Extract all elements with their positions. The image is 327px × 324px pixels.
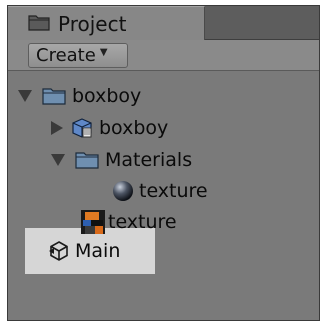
collapse-arrow-icon[interactable]: [51, 121, 63, 135]
tab-project[interactable]: Project: [8, 6, 205, 40]
tree-item-main-scene[interactable]: Main: [48, 237, 120, 265]
tree-item-boxboy-folder[interactable]: boxboy: [18, 82, 141, 110]
tree-item-label: texture: [108, 211, 177, 233]
tab-bar: Project: [8, 6, 319, 40]
material-sphere-icon: [112, 180, 134, 202]
tree-item-label: texture: [139, 180, 208, 202]
tree-item-materials-folder[interactable]: Materials: [51, 146, 192, 174]
texture-thumbnail-icon: [81, 210, 105, 234]
tree-item-texture-material[interactable]: texture: [112, 177, 208, 205]
tree-item-boxboy-model[interactable]: boxboy: [51, 114, 168, 142]
model-prefab-icon: [71, 117, 93, 139]
folder-icon: [42, 87, 66, 105]
asset-tree: boxboy boxboy Materials texture texture …: [8, 71, 319, 320]
create-label: Create: [36, 45, 96, 66]
folder-icon: [28, 13, 50, 35]
project-toolbar: Create ▼: [8, 40, 319, 71]
unity-scene-icon: [48, 240, 70, 262]
expand-arrow-icon[interactable]: [18, 90, 32, 102]
project-panel: Project Create ▼ boxboy boxboy Materials…: [7, 5, 320, 321]
expand-arrow-icon[interactable]: [51, 154, 65, 166]
tree-item-label: boxboy: [99, 117, 169, 139]
tree-item-texture-image[interactable]: texture: [81, 208, 177, 236]
tab-label: Project: [58, 11, 127, 36]
tree-item-label: Main: [75, 240, 121, 262]
tree-item-label: Materials: [105, 149, 193, 171]
create-dropdown-button[interactable]: Create ▼: [28, 43, 128, 68]
dropdown-caret-icon: ▼: [99, 47, 108, 58]
tree-item-label: boxboy: [72, 85, 142, 107]
folder-icon: [75, 151, 99, 169]
